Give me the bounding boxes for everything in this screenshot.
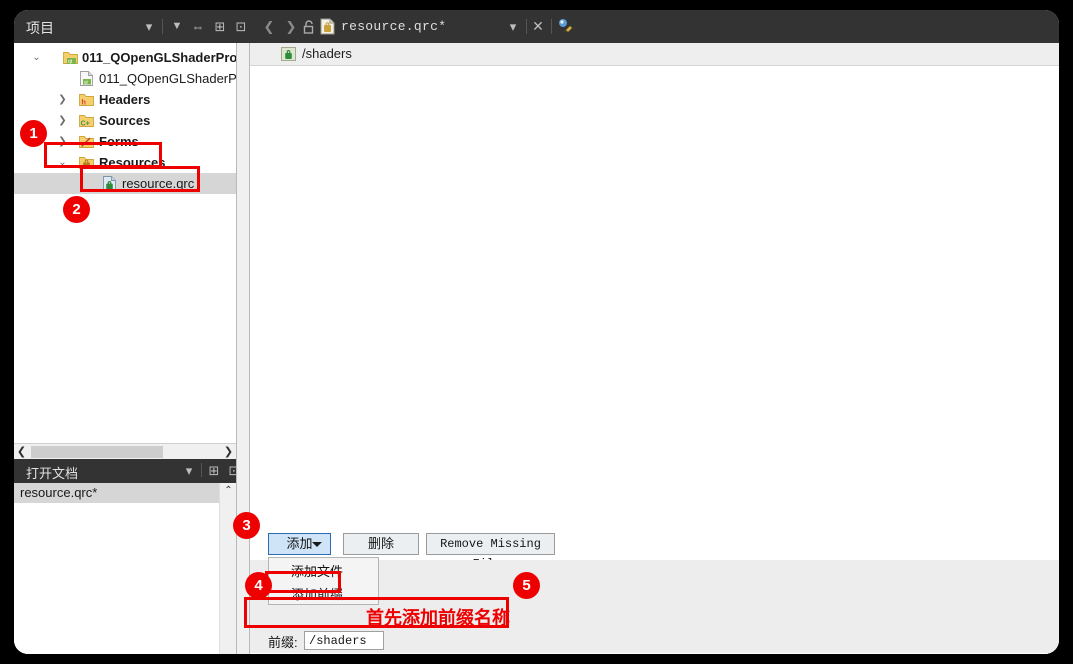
chevron-down-icon bbox=[312, 542, 322, 547]
tree-horizontal-scrollbar[interactable]: ❮ ❯ bbox=[14, 443, 236, 460]
tree-item-label: 011_QOpenGLShaderProg bbox=[99, 71, 236, 86]
scroll-up-icon[interactable]: ⌃ bbox=[220, 483, 237, 499]
chevron-right-icon[interactable]: ❯ bbox=[56, 110, 69, 131]
open-documents-list[interactable]: resource.qrc* ⌃ bbox=[14, 483, 237, 654]
menu-item-label: 添加前缀 bbox=[291, 587, 344, 602]
headers-folder-icon: h bbox=[79, 94, 94, 107]
qrc-file-icon bbox=[103, 176, 116, 191]
tab-dropdown-icon[interactable]: ▾ bbox=[506, 19, 520, 34]
navigate-forward-icon[interactable]: ❯ bbox=[284, 19, 298, 34]
chevron-down-icon[interactable]: ▾ bbox=[142, 19, 156, 34]
breadcrumb-label: /shaders bbox=[302, 46, 352, 61]
chevron-expanded-icon[interactable]: ⌄ bbox=[30, 47, 43, 68]
open-document-name: resource.qrc* bbox=[20, 485, 98, 500]
project-tree[interactable]: ⌄ qt 011_QOpenGLShaderProgra qt 011_QOpe… bbox=[14, 43, 236, 443]
menu-item-label: 添加文件 bbox=[291, 564, 344, 579]
scroll-left-icon[interactable]: ❮ bbox=[14, 444, 29, 460]
resource-bottom-panel: 添加 删除 Remove Missing Files 前缀: bbox=[250, 530, 1059, 654]
link-icon[interactable]: ⇔ bbox=[190, 19, 206, 34]
chevron-expanded-icon[interactable]: ⌄ bbox=[56, 152, 69, 173]
tree-item-label: 011_QOpenGLShaderProgra bbox=[82, 50, 236, 65]
breadcrumb[interactable]: /shaders bbox=[250, 43, 1059, 66]
prefix-input[interactable] bbox=[304, 631, 384, 650]
forms-folder-icon bbox=[79, 136, 94, 148]
title-bar: 项目 ▾ ▼ ⇔ ⊞ ⊡ ❮ ❯ resource.qrc* ▾ ✕ bbox=[14, 10, 1059, 43]
toolbar-divider-2 bbox=[526, 19, 527, 34]
panel-splitter[interactable] bbox=[236, 43, 250, 654]
tree-item-forms[interactable]: ❯ Forms bbox=[14, 131, 236, 152]
open-documents-title: 打开文档 bbox=[26, 466, 79, 481]
tree-item-sources[interactable]: ❯ C+ Sources bbox=[14, 110, 236, 131]
remove-button[interactable]: 删除 bbox=[343, 533, 419, 555]
tools-icon[interactable] bbox=[557, 18, 574, 34]
split-icon[interactable]: ⊞ bbox=[206, 463, 222, 478]
prefix-label: 前缀: bbox=[268, 635, 298, 650]
toolbar-divider-3 bbox=[551, 19, 552, 34]
project-file-icon: qt bbox=[80, 71, 93, 86]
tree-item-project-root[interactable]: ⌄ qt 011_QOpenGLShaderProgra bbox=[14, 47, 236, 68]
scroll-right-icon[interactable]: ❯ bbox=[221, 444, 236, 460]
tree-item-project-file[interactable]: qt 011_QOpenGLShaderProg bbox=[14, 68, 236, 89]
sources-folder-icon: C+ bbox=[79, 115, 94, 128]
splitter-line-left bbox=[236, 43, 237, 654]
resource-tree-canvas[interactable] bbox=[250, 66, 1059, 530]
badge-1: 1 bbox=[20, 120, 47, 147]
badge-2: 2 bbox=[63, 196, 90, 223]
qt-creator-window: 项目 ▾ ▼ ⇔ ⊞ ⊡ ❮ ❯ resource.qrc* ▾ ✕ ⌄ qt … bbox=[14, 10, 1059, 654]
resources-folder-icon bbox=[79, 157, 94, 169]
project-panel-title: 项目 bbox=[26, 20, 54, 36]
resource-toolbar: 添加 删除 Remove Missing Files bbox=[250, 530, 1059, 571]
open-documents-scrollbar[interactable]: ⌃ bbox=[219, 483, 237, 654]
list-item[interactable]: resource.qrc* bbox=[14, 483, 219, 503]
split-icon[interactable]: ⊞ bbox=[212, 19, 228, 34]
badge-5: 5 bbox=[513, 572, 540, 599]
tree-item-resource-qrc[interactable]: resource.qrc bbox=[14, 173, 236, 194]
toolbar-divider bbox=[201, 463, 202, 477]
badge-4: 4 bbox=[245, 572, 272, 599]
chevron-down-icon[interactable]: ▾ bbox=[182, 463, 196, 478]
tree-item-headers[interactable]: ❯ h Headers bbox=[14, 89, 236, 110]
callout-add-prefix-name: 首先添加前缀名称 bbox=[366, 608, 510, 628]
tree-item-label: Headers bbox=[99, 92, 151, 107]
badge-3: 3 bbox=[233, 512, 260, 539]
remove-missing-files-button[interactable]: Remove Missing Files bbox=[426, 533, 555, 571]
qrc-prefix-icon bbox=[281, 47, 296, 61]
language-form-row: 语言: bbox=[250, 653, 1059, 654]
tree-item-label: resource.qrc bbox=[122, 176, 195, 191]
add-button[interactable]: 添加 bbox=[268, 533, 331, 555]
unlock-icon[interactable] bbox=[303, 20, 316, 34]
chevron-right-icon[interactable]: ❯ bbox=[56, 131, 69, 152]
menu-item-add-prefix[interactable]: 添加前缀 bbox=[269, 581, 378, 604]
svg-text:C+: C+ bbox=[81, 121, 90, 128]
menu-item-add-files[interactable]: 添加文件 bbox=[269, 558, 378, 581]
navigate-back-icon[interactable]: ❮ bbox=[262, 19, 276, 34]
chevron-right-icon[interactable]: ❯ bbox=[56, 89, 69, 110]
resource-editor: /shaders 添加 删除 Remove Missing Files bbox=[250, 43, 1059, 654]
remove-button-label: 删除 bbox=[367, 536, 394, 551]
tree-item-label: Forms bbox=[99, 134, 139, 149]
add-dropdown-menu[interactable]: 添加文件 添加前缀 bbox=[268, 557, 379, 605]
collapse-icon[interactable]: ⊡ bbox=[233, 19, 249, 34]
left-panel: ⌄ qt 011_QOpenGLShaderProgra qt 011_QOpe… bbox=[14, 43, 239, 654]
svg-text:qt: qt bbox=[68, 59, 73, 65]
prefix-form-row: 前缀: bbox=[250, 628, 1059, 654]
tree-item-label: Resources bbox=[99, 155, 166, 170]
open-documents-header: 打开文档 ▾ ⊞ ⊡ bbox=[14, 459, 239, 483]
tree-item-label: Sources bbox=[99, 113, 151, 128]
close-icon[interactable]: ✕ bbox=[531, 19, 545, 34]
scrollbar-thumb[interactable] bbox=[31, 446, 163, 458]
filter-icon[interactable]: ▼ bbox=[170, 19, 184, 34]
svg-text:h: h bbox=[81, 98, 86, 107]
tree-item-resources[interactable]: ⌄ Resources bbox=[14, 152, 236, 173]
qrc-file-icon bbox=[320, 18, 335, 35]
toolbar-divider bbox=[162, 19, 163, 34]
editor-tab-name[interactable]: resource.qrc* bbox=[341, 19, 446, 34]
project-folder-icon: qt bbox=[63, 52, 78, 65]
